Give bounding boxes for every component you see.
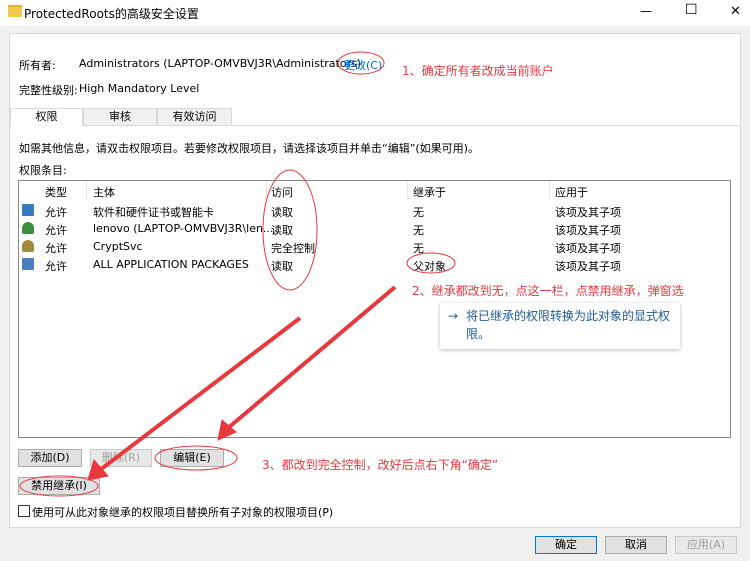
- highlight-change-owner: [337, 51, 385, 75]
- arrow-head: [87, 458, 109, 481]
- highlight-access-column: [262, 169, 318, 291]
- arrow-to-edit: [226, 285, 397, 430]
- highlight-edit-button: [154, 445, 238, 471]
- highlight-inherited-parent: [406, 252, 456, 274]
- annotation-overlay: [19, 51, 456, 497]
- highlight-disable-inheritance: [19, 475, 99, 497]
